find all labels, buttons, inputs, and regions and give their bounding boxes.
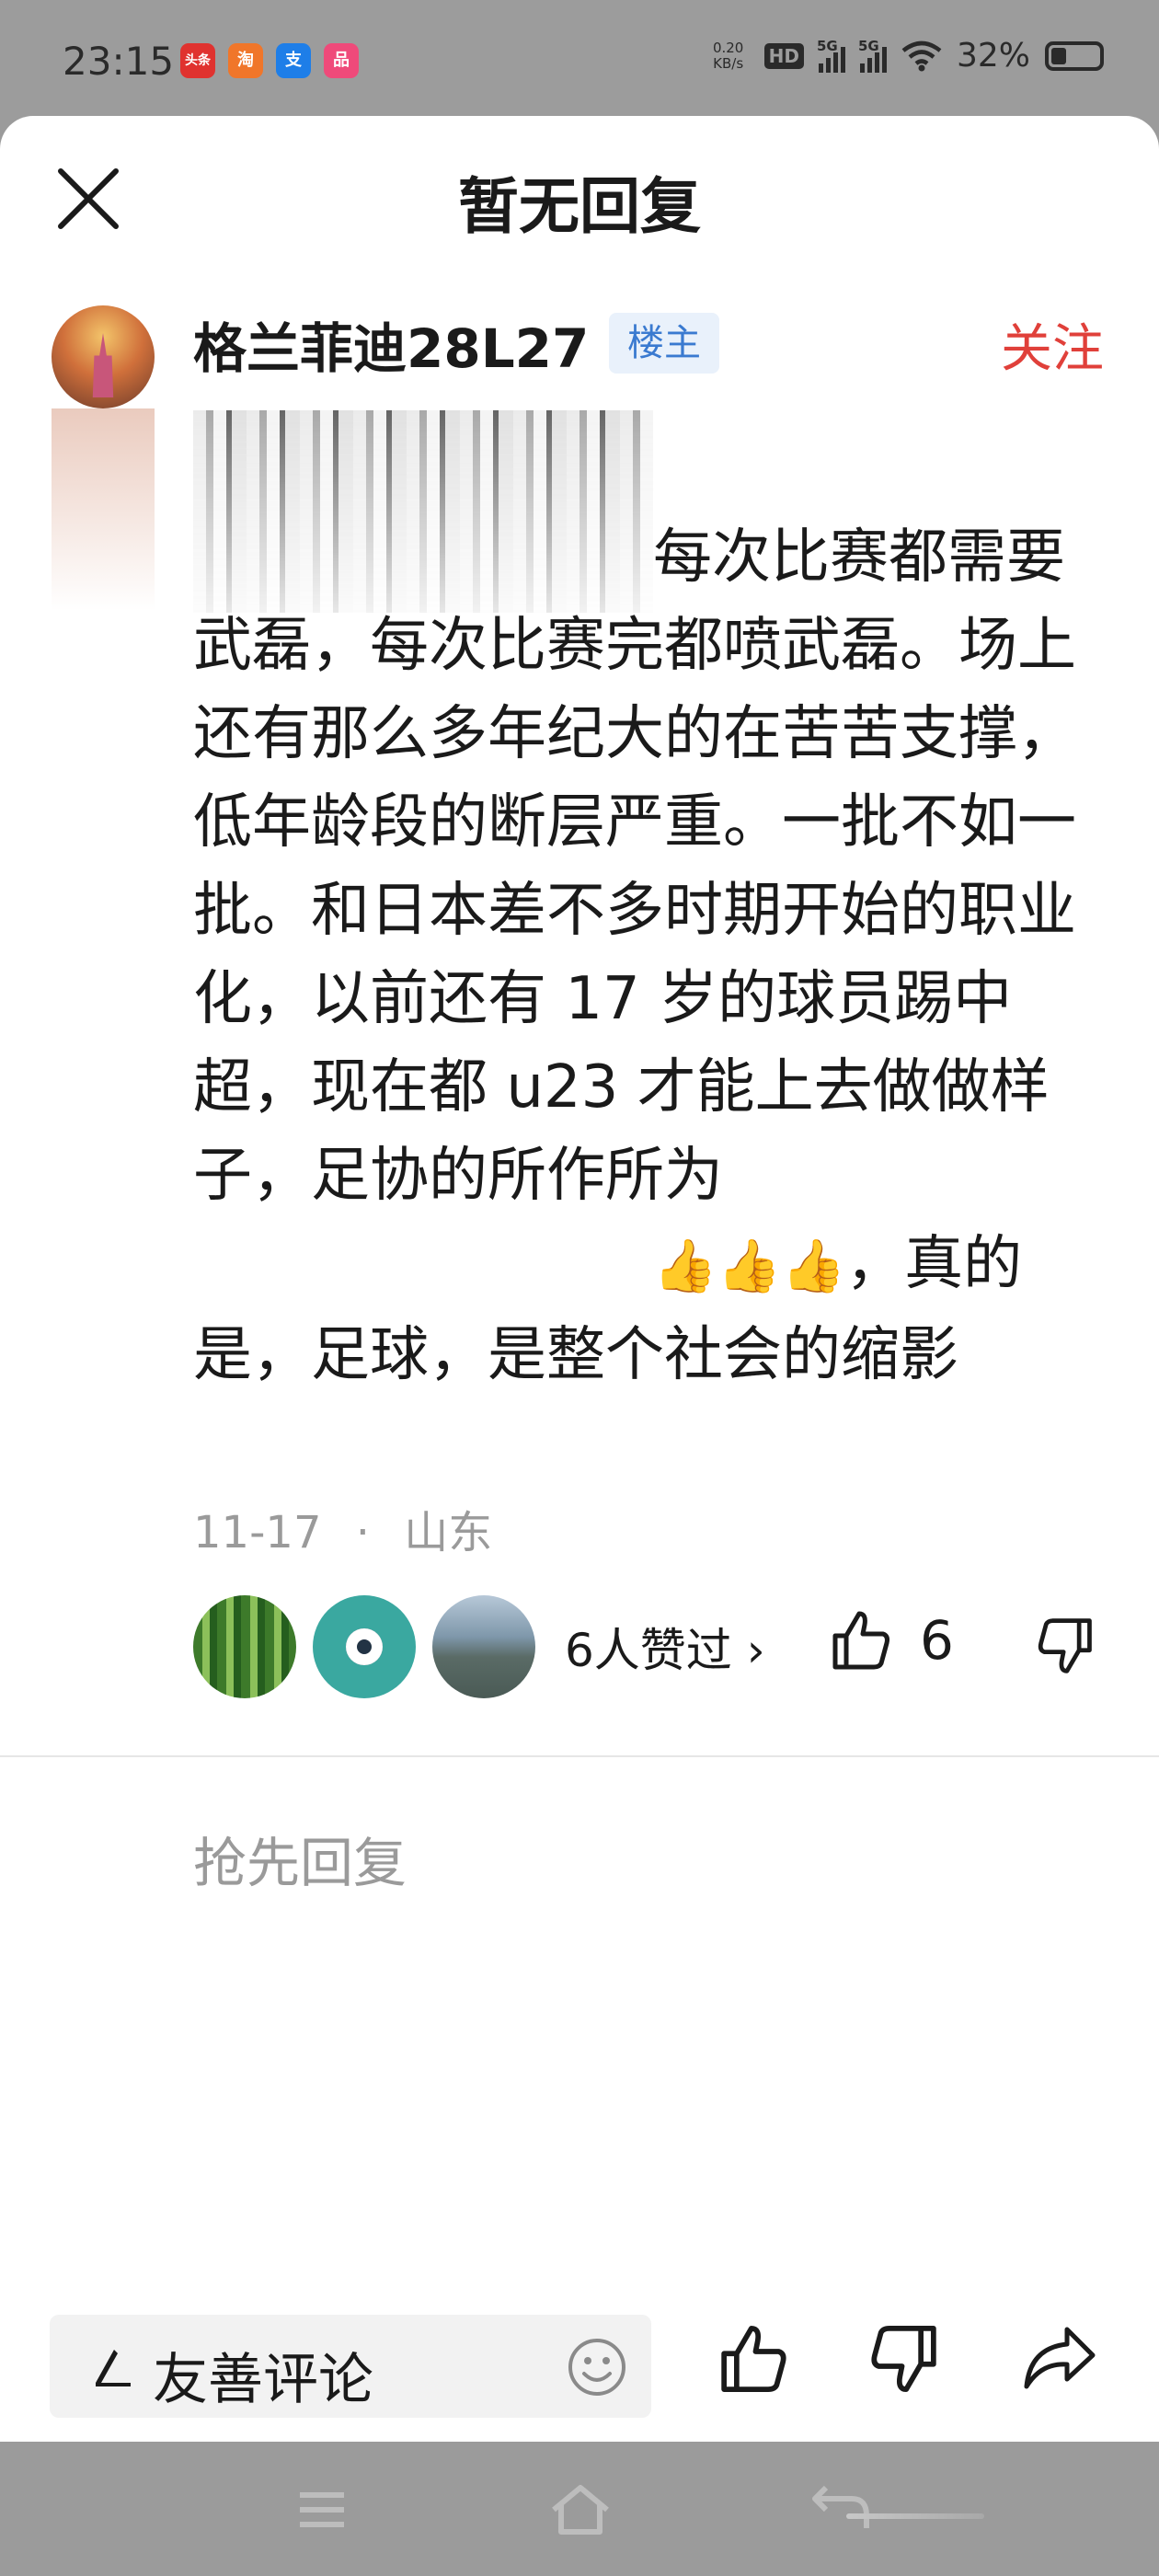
comment-date: 11-17 xyxy=(193,1507,322,1558)
reply-sheet: 暂无回复 格兰菲迪28L27 楼主 关注 每次比赛都需要武磊，每次比赛完都喷武磊… xyxy=(0,116,1159,2442)
menu-icon[interactable] xyxy=(294,2482,350,2537)
comment-meta: 11-17 · 山东 xyxy=(193,1507,493,1558)
toutiao-icon: 头条 xyxy=(180,43,215,78)
username[interactable]: 格兰菲迪28L27 xyxy=(193,305,589,383)
comment-placeholder: 友善评论 xyxy=(153,2348,373,2412)
thumbs-up-emoji: 👍👍👍 xyxy=(653,1236,846,1296)
page-title: 暂无回复 xyxy=(458,171,701,242)
notification-icons: 头条 淘 支 品 xyxy=(180,43,359,78)
like-button[interactable]: 6 xyxy=(828,1608,954,1673)
system-nav-bar xyxy=(0,2442,1159,2576)
pen-icon xyxy=(96,2350,131,2386)
hd-icon: HD xyxy=(763,42,804,69)
like-icon[interactable] xyxy=(716,2322,789,2396)
battery-icon xyxy=(1045,40,1104,71)
avatar xyxy=(193,1595,296,1698)
avatar xyxy=(313,1595,416,1698)
dislike-icon[interactable] xyxy=(868,2322,942,2396)
emoji-icon[interactable] xyxy=(567,2337,627,2398)
status-indicators: 0.20 KB/s HD 5G 5G 32% xyxy=(707,37,1104,75)
thumbs-down-icon[interactable] xyxy=(1036,1616,1096,1676)
network-speed: 0.20 KB/s xyxy=(712,39,744,72)
gesture-handle xyxy=(846,2513,984,2519)
comment-text: 每次比赛都需要武磊，每次比赛完都喷武磊。场上还有那么多年纪大的在苦苦支撑，低年龄… xyxy=(193,523,1076,1389)
home-icon[interactable] xyxy=(548,2482,613,2537)
reply-first-prompt[interactable]: 抢先回复 xyxy=(193,1820,407,1897)
avatar-reflection xyxy=(52,408,155,611)
app-icon: 品 xyxy=(324,43,359,78)
battery-percent: 32% xyxy=(956,37,1030,75)
alipay-icon: 支 xyxy=(276,43,311,78)
signal-icon: 5G xyxy=(817,38,845,73)
avatar[interactable] xyxy=(52,305,155,408)
taobao-icon: 淘 xyxy=(228,43,263,78)
comment-input[interactable]: 友善评论 xyxy=(50,2315,651,2418)
like-count: 6 xyxy=(920,1609,954,1672)
status-bar: 23:15 头条 淘 支 品 0.20 KB/s HD 5G 5G 32% xyxy=(0,0,1159,120)
wifi-icon xyxy=(901,40,942,71)
back-icon[interactable] xyxy=(809,2482,874,2537)
thumbs-up-icon xyxy=(832,1611,889,1670)
divider xyxy=(0,1755,1159,1757)
signal-icon: 5G xyxy=(858,38,887,73)
avatar xyxy=(432,1595,535,1698)
share-icon[interactable] xyxy=(1021,2322,1098,2396)
likers-row[interactable]: 6人赞过 › xyxy=(193,1595,765,1698)
status-time: 23:15 xyxy=(63,39,175,84)
comment-location: 山东 xyxy=(404,1507,493,1558)
owner-badge: 楼主 xyxy=(609,313,719,374)
follow-button[interactable]: 关注 xyxy=(1001,307,1104,382)
likers-count-link[interactable]: 6人赞过 › xyxy=(565,1614,765,1680)
